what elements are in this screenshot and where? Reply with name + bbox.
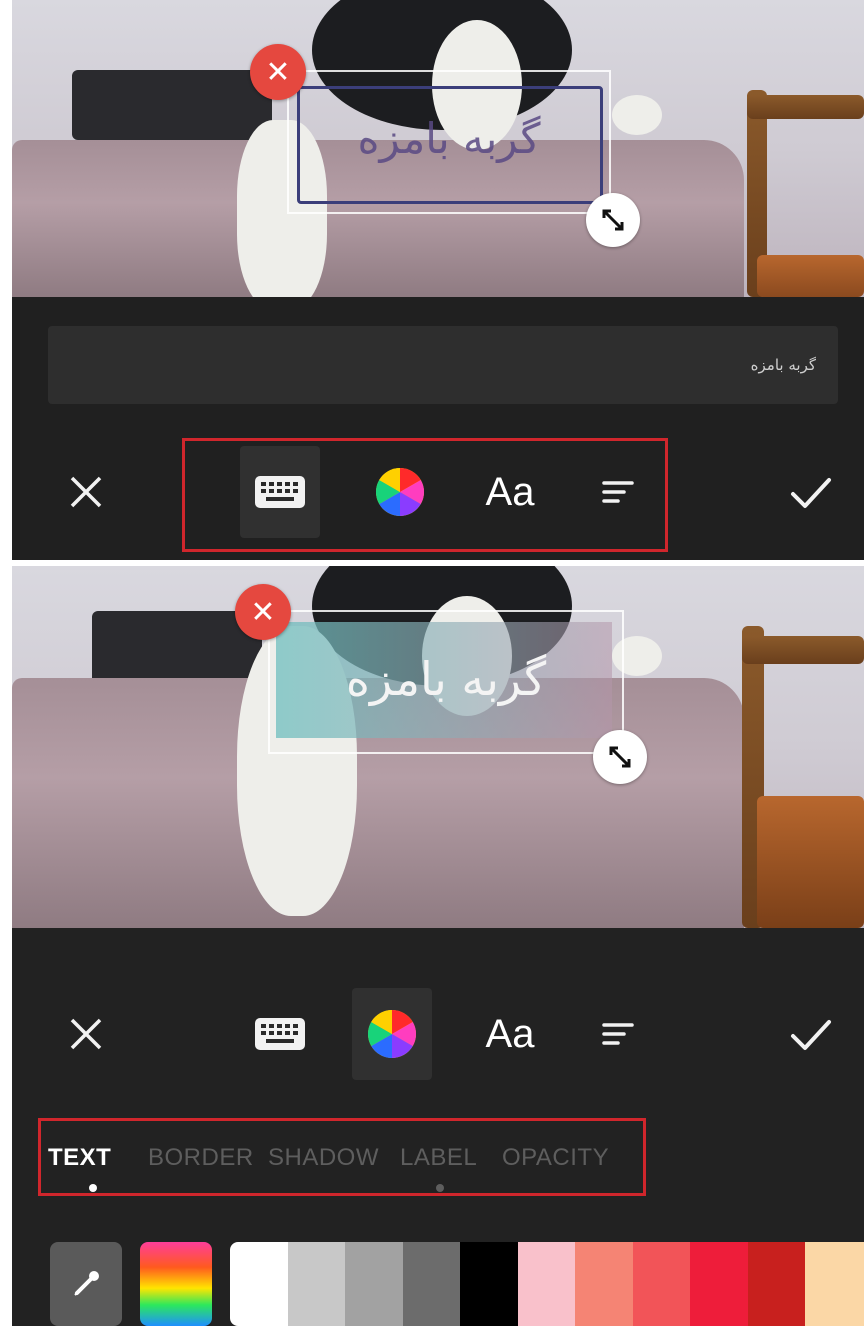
keyboard-tool-button[interactable] bbox=[240, 988, 320, 1080]
confirm-button[interactable] bbox=[776, 458, 846, 528]
cancel-button[interactable] bbox=[56, 462, 116, 522]
color-swatch[interactable] bbox=[805, 1242, 864, 1326]
eyedropper-button[interactable] bbox=[50, 1242, 122, 1326]
color-swatch[interactable] bbox=[345, 1242, 403, 1326]
close-icon: ✕ bbox=[265, 54, 291, 90]
resize-handle-button[interactable] bbox=[593, 730, 647, 784]
check-icon bbox=[791, 478, 831, 508]
chair-seat bbox=[757, 796, 864, 928]
cancel-button[interactable] bbox=[56, 1004, 116, 1064]
chair-rail bbox=[747, 95, 864, 119]
color-swatch[interactable] bbox=[517, 1242, 575, 1326]
close-icon bbox=[70, 1018, 102, 1050]
color-swatch[interactable] bbox=[402, 1242, 460, 1326]
color-swatch[interactable] bbox=[747, 1242, 805, 1326]
chair-seat bbox=[757, 255, 864, 297]
delete-sticker-button[interactable]: ✕ bbox=[235, 584, 291, 640]
keyboard-icon bbox=[255, 1018, 305, 1050]
close-icon bbox=[70, 476, 102, 508]
resize-handle-button[interactable] bbox=[586, 193, 640, 247]
color-swatch[interactable] bbox=[287, 1242, 345, 1326]
highlight-tabs bbox=[38, 1118, 646, 1196]
align-tool-button[interactable] bbox=[578, 988, 658, 1080]
chair-rail bbox=[742, 636, 864, 664]
gradient-color-picker[interactable] bbox=[140, 1242, 212, 1326]
color-wheel-icon bbox=[367, 1010, 417, 1058]
color-swatch[interactable] bbox=[460, 1242, 518, 1326]
highlight-tool-group bbox=[182, 438, 668, 552]
color-swatch[interactable] bbox=[632, 1242, 690, 1326]
resize-diagonal-icon bbox=[602, 209, 624, 231]
photo-canvas[interactable]: گربه بامزه ✕ bbox=[12, 566, 864, 928]
font-tool-label: Aa bbox=[485, 1011, 535, 1056]
color-tool-button[interactable] bbox=[352, 988, 432, 1080]
top-toolbar: Aa bbox=[12, 432, 864, 552]
sticker-text: گربه بامزه bbox=[345, 652, 547, 706]
text-align-icon bbox=[602, 1023, 634, 1045]
sticker-text-field[interactable] bbox=[48, 326, 838, 404]
background-object bbox=[72, 70, 272, 140]
text-sticker-box[interactable]: گربه بامزه bbox=[268, 610, 624, 754]
color-swatch[interactable] bbox=[575, 1242, 633, 1326]
delete-sticker-button[interactable]: ✕ bbox=[250, 44, 306, 100]
color-swatch[interactable] bbox=[690, 1242, 748, 1326]
confirm-button[interactable] bbox=[776, 1000, 846, 1070]
bottom-toolbar: Aa bbox=[12, 974, 864, 1094]
top-editor-panel: گربه بامزه ✕ گربه بامزه Aa bbox=[12, 0, 864, 560]
text-sticker-box[interactable]: گربه بامزه bbox=[287, 70, 611, 214]
font-tool-button[interactable]: Aa bbox=[470, 988, 550, 1080]
close-icon: ✕ bbox=[250, 594, 276, 630]
text-input[interactable] bbox=[48, 326, 838, 404]
check-icon bbox=[791, 1020, 831, 1050]
eyedropper-icon bbox=[74, 1271, 99, 1296]
color-swatch[interactable] bbox=[230, 1242, 288, 1326]
sticker-text: گربه بامزه bbox=[357, 114, 541, 163]
cat-paw-right bbox=[612, 95, 662, 135]
bottom-editor-panel: گربه بامزه ✕ Aa TEXT BORDER SHADOW LABEL… bbox=[12, 566, 864, 1326]
color-palette bbox=[12, 1234, 864, 1326]
photo-canvas[interactable]: گربه بامزه ✕ bbox=[12, 0, 864, 297]
color-target-tabs: TEXT BORDER SHADOW LABEL OPACITY bbox=[12, 1112, 864, 1196]
resize-diagonal-icon bbox=[609, 746, 631, 768]
